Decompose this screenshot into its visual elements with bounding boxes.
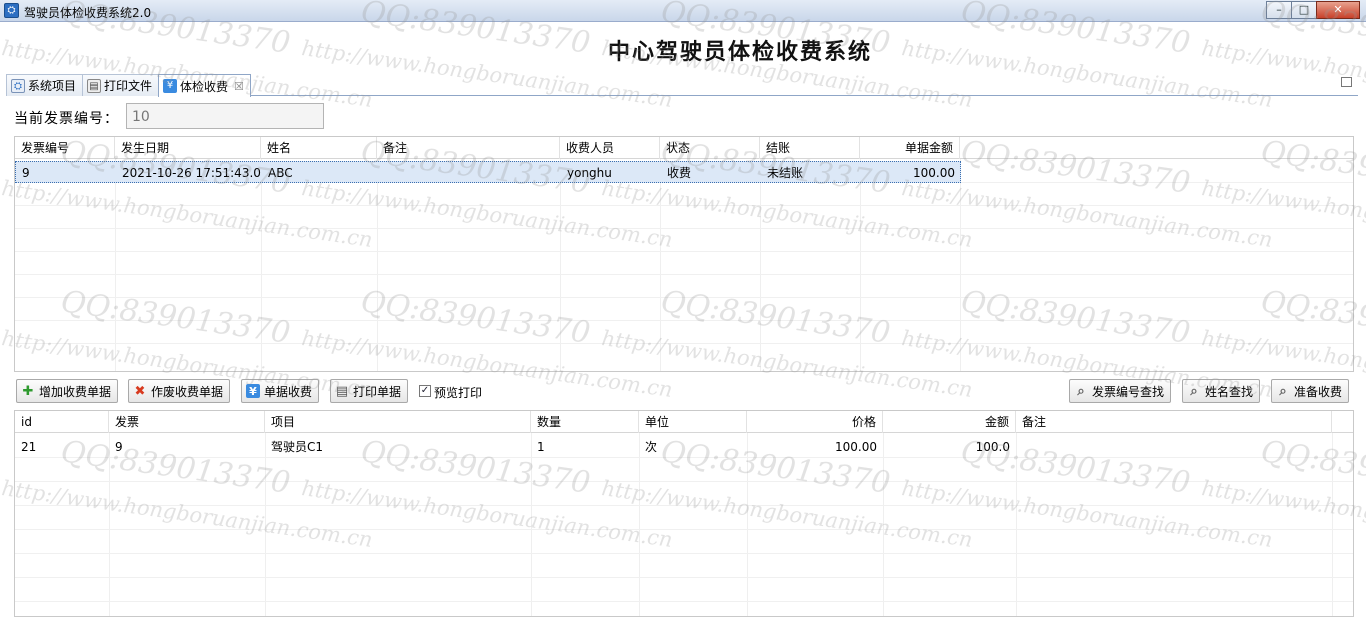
cell-settlement: 未结账 xyxy=(767,166,804,180)
cell-id: 21 xyxy=(21,440,37,454)
column-header[interactable]: 姓名 xyxy=(261,137,377,159)
cell-amount: 100.00 xyxy=(913,166,955,180)
window-titlebar: ⛭ 驾驶员体检收费系统2.0 – □ ✕ xyxy=(0,0,1366,22)
button-label: 打印单据 xyxy=(353,384,402,399)
cell-unit: 次 xyxy=(645,440,658,454)
detail-table-header: id 发票 项目 数量 单位 价格 金额 备注 xyxy=(15,411,1353,433)
tab-label: 打印文件 xyxy=(104,79,153,93)
column-header[interactable]: 结账 xyxy=(760,137,860,159)
invoice-table: 发票编号 发生日期 姓名 备注 收费人员 状态 结账 单据金额 9 2021-1… xyxy=(14,136,1354,372)
print-bill-button[interactable]: ▤ 打印单据 xyxy=(330,379,409,403)
column-header[interactable]: 发票编号 xyxy=(15,137,115,159)
column-header[interactable]: 单据金额 xyxy=(860,137,960,159)
column-header[interactable]: 备注 xyxy=(377,137,560,159)
button-label: 姓名查找 xyxy=(1205,384,1254,399)
yen-icon: ¥ xyxy=(163,79,177,93)
yen-icon: ¥ xyxy=(246,384,260,398)
column-header[interactable]: 单位 xyxy=(639,411,747,433)
cell-price: 100.00 xyxy=(835,440,877,454)
minimize-button[interactable]: – xyxy=(1266,1,1292,19)
x-icon: ✖ xyxy=(134,383,146,399)
tab-system-items[interactable]: ⛭ 系统项目 xyxy=(6,74,84,96)
tab-close-icon[interactable]: ☒ xyxy=(234,80,244,93)
search-icon: ⌕ xyxy=(1279,383,1287,399)
current-invoice-field[interactable]: 10 xyxy=(126,103,324,129)
cell-remark xyxy=(378,162,561,184)
tab-checkup-fee[interactable]: ¥ 体检收费 ☒ xyxy=(158,74,251,97)
window-controls: – □ ✕ xyxy=(1266,1,1360,19)
button-label: 增加收费单据 xyxy=(39,384,112,399)
page-title: 中心驾驶员体检收费系统 xyxy=(608,39,873,65)
tab-label: 系统项目 xyxy=(28,79,77,93)
table-row[interactable]: 21 9 驾驶员C1 1 次 100.00 100.0 xyxy=(15,436,1353,458)
cell-name: ABC xyxy=(268,166,293,180)
button-label: 单据收费 xyxy=(264,384,313,399)
column-header[interactable]: 价格 xyxy=(747,411,883,433)
preview-print-checkbox[interactable]: ✓ xyxy=(419,385,431,397)
printer-icon: ▤ xyxy=(335,383,349,399)
window-title: 驾驶员体检收费系统2.0 xyxy=(24,6,152,20)
app-header: 中心驾驶员体检收费系统 xyxy=(0,22,1366,70)
add-charge-bill-button[interactable]: ✚ 增加收费单据 xyxy=(16,379,119,403)
column-header[interactable]: 状态 xyxy=(660,137,760,159)
cell-date: 2021-10-26 17:51:43.0 xyxy=(122,166,261,180)
cell-status: 收费 xyxy=(667,166,692,180)
find-name-button[interactable]: ⌕ 姓名查找 xyxy=(1182,379,1261,403)
cell-invoice-no: 9 xyxy=(22,166,30,180)
plus-icon: ✚ xyxy=(22,383,34,399)
column-header[interactable]: 发生日期 xyxy=(115,137,261,159)
detail-table: id 发票 项目 数量 单位 价格 金额 备注 21 9 驾驶员C1 1 次 1… xyxy=(14,410,1354,617)
search-icon: ⌕ xyxy=(1190,383,1198,399)
button-label: 作废收费单据 xyxy=(151,384,224,399)
printer-icon: ▤ xyxy=(87,78,101,93)
column-header[interactable]: 发票 xyxy=(109,411,265,433)
preview-print-label: 预览打印 xyxy=(434,386,483,400)
app-logo-icon: ⛭ xyxy=(4,3,19,18)
cell-remark xyxy=(1016,436,1332,458)
bill-charge-button[interactable]: ¥ 单据收费 xyxy=(241,379,320,403)
button-label: 准备收费 xyxy=(1294,384,1343,399)
button-label: 发票编号查找 xyxy=(1092,384,1165,399)
void-charge-bill-button[interactable]: ✖ 作废收费单据 xyxy=(128,379,231,403)
invoice-table-header: 发票编号 发生日期 姓名 备注 收费人员 状态 结账 单据金额 xyxy=(15,137,1353,159)
table-row[interactable]: 9 2021-10-26 17:51:43.0 ABC yonghu 收费 未结… xyxy=(15,161,961,183)
maximize-view-icon[interactable] xyxy=(1341,77,1352,87)
maximize-button[interactable]: □ xyxy=(1291,1,1317,19)
prepare-charge-button[interactable]: ⌕ 准备收费 xyxy=(1271,379,1350,403)
column-header[interactable]: 项目 xyxy=(265,411,531,433)
cell-invoice: 9 xyxy=(115,440,123,454)
column-header[interactable]: 数量 xyxy=(531,411,639,433)
find-invoice-no-button[interactable]: ⌕ 发票编号查找 xyxy=(1069,379,1172,403)
close-button[interactable]: ✕ xyxy=(1316,1,1360,19)
column-header[interactable]: 备注 xyxy=(1016,411,1332,433)
tab-label: 体检收费 xyxy=(180,79,229,94)
cell-cashier: yonghu xyxy=(567,166,612,180)
app-logo-icon: ⛭ xyxy=(11,78,25,93)
tab-print-files[interactable]: ▤ 打印文件 xyxy=(82,74,160,96)
column-header[interactable]: 收费人员 xyxy=(560,137,660,159)
column-header[interactable]: id xyxy=(15,411,109,433)
current-invoice-label: 当前发票编号： xyxy=(14,111,119,127)
cell-quantity: 1 xyxy=(537,440,545,454)
cell-item: 驾驶员C1 xyxy=(271,440,324,454)
search-icon: ⌕ xyxy=(1077,383,1085,399)
cell-amount: 100.0 xyxy=(975,440,1010,454)
column-header[interactable]: 金额 xyxy=(883,411,1016,433)
tab-bar: ⛭ 系统项目 ▤ 打印文件 ¥ 体检收费 ☒ xyxy=(6,72,1358,97)
